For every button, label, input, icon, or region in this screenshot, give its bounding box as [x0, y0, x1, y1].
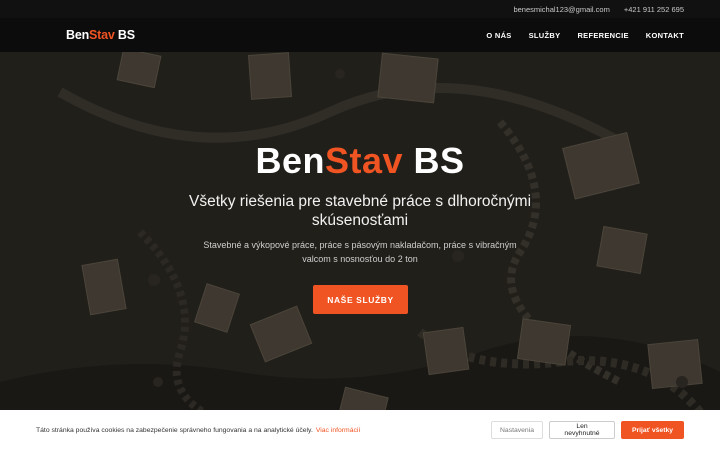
cookie-message: Táto stránka používa cookies na zabezpeč…	[36, 427, 485, 434]
nav-link-sluzby[interactable]: SLUŽBY	[529, 31, 561, 40]
cookie-necessary-only-button[interactable]: Len nevyhnutné	[549, 421, 615, 439]
hero-subtitle: Všetky riešenia pre stavebné práce s dlh…	[188, 193, 532, 229]
hero-title-stav: Stav	[324, 140, 404, 181]
logo-part-bs: BS	[114, 28, 135, 42]
hero-title-bs: BS	[403, 140, 465, 181]
logo-part-stav: Stav	[89, 28, 115, 42]
contact-email[interactable]: benesmichal123@gmail.com	[513, 5, 609, 14]
hero-description: Stavebné a výkopové práce, práce s pásov…	[203, 240, 517, 264]
hero-title-ben: Ben	[255, 140, 325, 181]
top-contact-bar: benesmichal123@gmail.com +421 911 252 69…	[0, 0, 720, 18]
cookie-more-info-link[interactable]: Viac informácií	[316, 427, 360, 434]
nav-link-o-nas[interactable]: O NÁS	[486, 31, 511, 40]
contact-phone[interactable]: +421 911 252 695	[624, 5, 684, 14]
cookie-accept-all-button[interactable]: Prijať všetky	[621, 421, 684, 439]
cookie-text: Táto stránka používa cookies na zabezpeč…	[36, 426, 313, 434]
cookie-settings-button[interactable]: Nastavenia	[491, 421, 543, 439]
hero-section: BenStav BS Všetky riešenia pre stavebné …	[0, 52, 720, 450]
site-logo[interactable]: BenStav BS	[66, 28, 135, 42]
cookie-banner: Táto stránka používa cookies na zabezpeč…	[0, 410, 720, 450]
our-services-button[interactable]: NAŠE SLUŽBY	[313, 285, 408, 314]
logo-part-ben: Ben	[66, 28, 90, 42]
nav-link-referencie[interactable]: REFERENCIE	[577, 31, 628, 40]
main-navbar: BenStav BS O NÁS SLUŽBY REFERENCIE KONTA…	[0, 18, 720, 52]
hero-title: BenStav BS	[0, 140, 720, 182]
nav-link-kontakt[interactable]: KONTAKT	[646, 31, 684, 40]
main-nav: O NÁS SLUŽBY REFERENCIE KONTAKT	[486, 31, 684, 40]
